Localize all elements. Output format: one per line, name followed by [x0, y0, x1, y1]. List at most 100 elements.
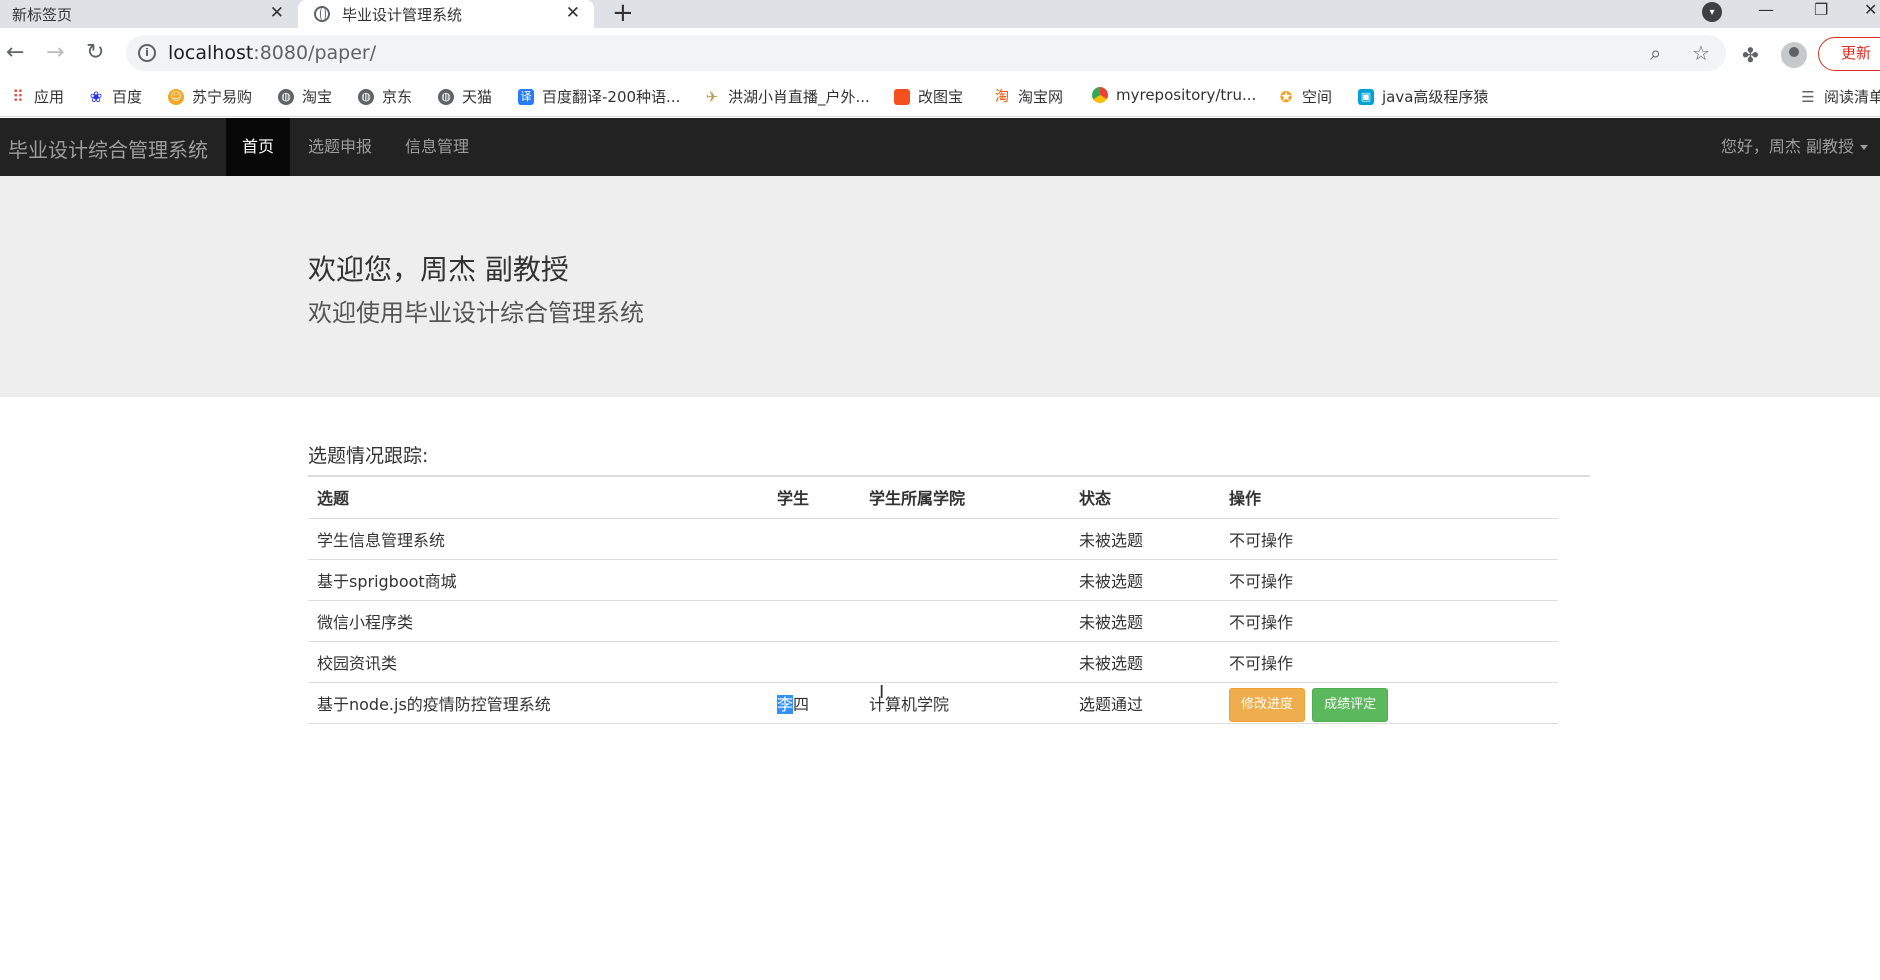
table-row: 微信小程序类 未被选题 不可操作: [308, 600, 1558, 642]
welcome-jumbotron: 欢迎您，周杰 副教授 欢迎使用毕业设计综合管理系统: [0, 176, 1880, 397]
suning-icon: ☺: [168, 88, 184, 105]
close-icon[interactable]: ✕: [270, 3, 284, 23]
user-dropdown[interactable]: 您好，周杰 副教授: [1721, 118, 1868, 176]
update-button[interactable]: 更新: [1818, 37, 1880, 71]
action-cell: 修改进度 成绩评定: [1220, 682, 1558, 724]
taobao-icon: 淘: [995, 88, 1009, 105]
topic-cell: 基于sprigboot商城: [308, 559, 768, 601]
globe-icon: ◍: [278, 88, 294, 105]
zoom-icon[interactable]: ⌕: [1650, 41, 1661, 65]
close-icon[interactable]: ✕: [566, 3, 580, 23]
status-cell: 未被选题: [1070, 518, 1220, 560]
url-text[interactable]: localhost:8080/paper/: [168, 42, 376, 64]
college-cell: [860, 641, 1070, 683]
restore-button[interactable]: ❐: [1814, 0, 1828, 19]
browser-tabstrip: 新标签页 ✕ 毕业设计管理系统 ✕ + ▾ — ❐ ✕: [0, 0, 1880, 28]
globe-icon: [314, 6, 330, 22]
new-tab-button[interactable]: +: [612, 0, 634, 28]
column-header: 状态: [1070, 477, 1220, 519]
address-bar[interactable]: i localhost:8080/paper/ ⌕ ☆: [126, 35, 1726, 71]
bookmark-suning[interactable]: ☺ 苏宁易购: [168, 86, 252, 107]
avatar[interactable]: [1781, 42, 1807, 68]
bookmark-honghu-live[interactable]: ✈ 洪湖小肖直播_户外...: [704, 86, 870, 107]
reload-icon[interactable]: ↻: [86, 40, 104, 65]
college-cell: [860, 518, 1070, 560]
nav-home[interactable]: 首页: [226, 118, 291, 176]
welcome-heading: 欢迎您，周杰 副教授: [308, 253, 569, 286]
site-brand[interactable]: 毕业设计综合管理系统: [8, 134, 208, 163]
column-header: 学生所属学院: [860, 477, 1070, 519]
table-row: 基于node.js的疫情防控管理系统 李四 计算机学院 选题通过 修改进度 成绩…: [308, 682, 1558, 724]
table-header-row: 选题 学生 学生所属学院 状态 操作: [308, 477, 1558, 519]
bookmark-taobao-net[interactable]: 淘 淘宝网: [994, 86, 1063, 107]
action-cell: 不可操作: [1220, 518, 1558, 560]
topic-cell: 微信小程序类: [308, 600, 768, 642]
apps-grid-icon: ⠿: [12, 86, 24, 106]
edit-progress-button[interactable]: 修改进度: [1229, 687, 1306, 722]
bookmark-tmall[interactable]: ◍ 天猫: [438, 86, 492, 107]
caret-down-icon: [1860, 145, 1868, 150]
topic-cell: 学生信息管理系统: [308, 518, 768, 560]
browser-toolbar: ← → ↻ i localhost:8080/paper/ ⌕ ☆ ✤ 更新: [0, 28, 1880, 80]
table-row: 学生信息管理系统 未被选题 不可操作: [308, 518, 1558, 560]
minimize-button[interactable]: —: [1758, 0, 1774, 19]
bookmarks-bar: ⠿ 应用 ❀ 百度 ☺ 苏宁易购 ◍ 淘宝 ◍ 京东 ◍ 天猫 译 百度翻译-2…: [0, 80, 1880, 117]
site-navbar: 毕业设计综合管理系统 首页 选题申报 信息管理 您好，周杰 副教授: [0, 118, 1880, 176]
bookmark-qzone[interactable]: ✪ 空间: [1278, 86, 1332, 107]
student-cell: 李四: [768, 682, 860, 724]
college-cell: [860, 559, 1070, 601]
student-cell: [768, 600, 860, 642]
reading-list-icon: ☰: [1801, 87, 1815, 106]
bookmark-java[interactable]: ▣ java高级程序猿: [1358, 86, 1488, 107]
tab-graduation-system[interactable]: 毕业设计管理系统 ✕: [298, 0, 594, 28]
forward-icon[interactable]: →: [46, 40, 64, 65]
topic-tracking-table: 选题 学生 学生所属学院 状态 操作 学生信息管理系统 未被选题 不可操作 基于…: [308, 477, 1558, 724]
topic-cell: 校园资讯类: [308, 641, 768, 683]
globe-icon: ◍: [358, 88, 374, 105]
chrome-icon: [1092, 87, 1108, 103]
column-header: 操作: [1220, 477, 1558, 519]
bookmark-jd[interactable]: ◍ 京东: [358, 86, 412, 107]
bookmark-gaitubao[interactable]: 改图宝: [894, 86, 963, 107]
nav-info-manage[interactable]: 信息管理: [389, 118, 485, 176]
status-cell: 未被选题: [1070, 600, 1220, 642]
section-title: 选题情况跟踪:: [308, 445, 429, 467]
bookmark-apps[interactable]: ⠿ 应用: [10, 86, 64, 107]
info-icon[interactable]: i: [138, 44, 156, 62]
college-cell: 计算机学院: [860, 682, 1070, 724]
welcome-subtitle: 欢迎使用毕业设计综合管理系统: [308, 299, 644, 327]
action-cell: 不可操作: [1220, 600, 1558, 642]
gaitubao-icon: [894, 88, 910, 105]
tab-search-icon[interactable]: ▾: [1702, 2, 1722, 22]
student-cell: [768, 559, 860, 601]
college-cell: [860, 600, 1070, 642]
baidu-paw-icon: ❀: [89, 87, 103, 106]
bookmark-taobao[interactable]: ◍ 淘宝: [278, 86, 332, 107]
bookmark-baidu[interactable]: ❀ 百度: [88, 86, 142, 107]
bird-icon: ✈: [705, 87, 719, 106]
back-icon[interactable]: ←: [6, 40, 24, 65]
bilibili-icon: ▣: [1358, 88, 1374, 105]
column-header: 选题: [308, 477, 768, 519]
status-cell: 选题通过: [1070, 682, 1220, 724]
tab-new-tab[interactable]: 新标签页 ✕: [0, 0, 298, 28]
bookmark-myrepository[interactable]: myrepository/tru...: [1092, 86, 1256, 104]
action-cell: 不可操作: [1220, 559, 1558, 601]
nav-topic-declare[interactable]: 选题申报: [292, 118, 388, 176]
reading-list[interactable]: ☰ 阅读清单: [1800, 86, 1880, 107]
bookmark-star-icon[interactable]: ☆: [1692, 41, 1710, 65]
grade-assess-button[interactable]: 成绩评定: [1312, 687, 1389, 722]
status-cell: 未被选题: [1070, 641, 1220, 683]
extensions-icon[interactable]: ✤: [1742, 43, 1759, 67]
action-cell: 不可操作: [1220, 641, 1558, 683]
close-window-button[interactable]: ✕: [1864, 0, 1877, 19]
globe-icon: ◍: [438, 88, 454, 105]
bookmark-baidu-translate[interactable]: 译 百度翻译-200种语...: [518, 86, 680, 107]
column-header: 学生: [768, 477, 860, 519]
student-cell: [768, 641, 860, 683]
table-row: 校园资讯类 未被选题 不可操作: [308, 641, 1558, 683]
qzone-icon: ✪: [1279, 87, 1293, 106]
topic-cell: 基于node.js的疫情防控管理系统: [308, 682, 768, 724]
table-row: 基于sprigboot商城 未被选题 不可操作: [308, 559, 1558, 601]
tab-title: 新标签页: [12, 5, 73, 24]
